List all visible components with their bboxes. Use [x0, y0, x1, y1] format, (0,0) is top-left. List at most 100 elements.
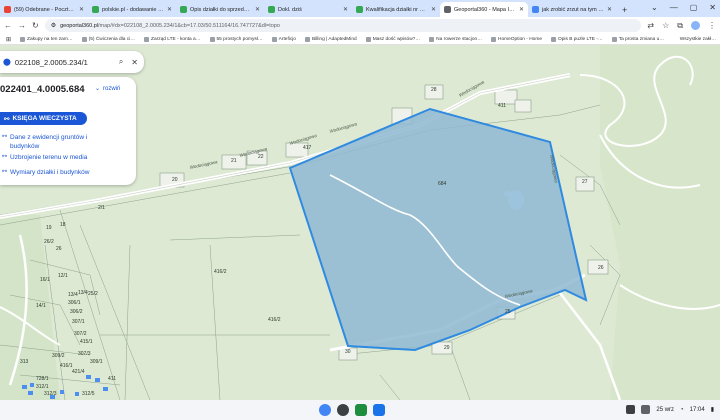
parcel-number-label: 307/2 [74, 331, 87, 337]
address-bar[interactable]: ⚙ geoportal360.pl/map/#dx=022108_2.0005.… [44, 19, 642, 32]
minimize-icon[interactable]: — [670, 3, 678, 12]
bookmark-favicon-icon [491, 36, 496, 42]
close-icon[interactable]: ✕ [131, 58, 138, 67]
bookmark-item[interactable]: 55 prostych pomysł… [209, 36, 263, 42]
new-tab-button[interactable]: + [616, 5, 633, 17]
close-tab-icon[interactable]: ✕ [255, 6, 260, 13]
parcel-number-label: 21 [231, 158, 237, 164]
menu-icon[interactable]: ⋮ [708, 21, 716, 31]
profile-icon[interactable] [691, 20, 700, 30]
bookmark-favicon-icon [144, 36, 150, 42]
bookmark-item[interactable]: Opis B puzle LTE -… [551, 36, 603, 42]
browser-tab[interactable]: Kwalifikacja działki nr 234/…✕ [352, 2, 440, 17]
bookmark-item[interactable]: Zarząd LTE - konta a… [144, 36, 201, 42]
all-bookmarks[interactable]: Wszystkie zakł… [680, 37, 716, 42]
bookmark-item[interactable]: Arteficjo [271, 36, 296, 42]
url-domain: geoportal360.pl [60, 22, 99, 29]
time[interactable]: 17:04 [690, 407, 705, 413]
bookmark-label: Ta prosta zmiana u… [618, 36, 665, 42]
parcel-number-label: 307/3 [78, 351, 91, 357]
date: 25 wrz [656, 406, 675, 413]
site-info-icon[interactable]: ⚙ [51, 22, 56, 29]
browser-tab[interactable]: Opis działki do sprzedaży ✕ [176, 2, 264, 17]
parcel-number-label: 312/5 [82, 391, 95, 397]
maximize-icon[interactable]: ▢ [690, 3, 698, 12]
close-window-icon[interactable]: ✕ [709, 3, 716, 12]
url-path: /map/#dx=022108_2.0005.234/1&cb=17.03/50… [98, 22, 280, 29]
taskbar-app-icon[interactable] [337, 404, 349, 416]
bookmark-item[interactable]: HomeOption - Home [491, 36, 542, 42]
screen-capture-icon[interactable] [626, 405, 636, 414]
bookmark-item[interactable]: Masz dość wpisów?… [365, 36, 420, 42]
close-tab-icon[interactable]: ✕ [79, 6, 84, 13]
apps-icon[interactable]: ⊞ [6, 36, 11, 43]
tab-title: polskie.pl - dodawanie ogł… [102, 6, 164, 13]
bookmark-favicon-icon [271, 36, 277, 42]
parcel-number-label: 421/4 [72, 369, 85, 375]
bookmark-star-icon[interactable]: ☆ [662, 21, 669, 31]
bookmark-item[interactable]: Billing | AdaptedMind [304, 36, 357, 42]
bookmark-item[interactable]: (5) Ćwiczenia dla ci… [81, 36, 136, 42]
browser-tab[interactable]: (59) Odebrane - Poczta - … ✕ [0, 2, 88, 17]
parcel-number-label: 416/2 [214, 269, 227, 275]
dimensions-link[interactable]: ⚯ Wymiary działki i budynków [2, 168, 89, 177]
utilities-link[interactable]: ⚯ Uzbrojenie terenu w media [2, 153, 87, 162]
bookmarks-bar: ⊞ Zakupy na ten zam… (5) Ćwiczenia dla ci… [0, 34, 720, 45]
parcel-number-label: 416/2 [268, 317, 281, 323]
parcel-number-label: 411 [498, 103, 506, 109]
search-query[interactable]: 022108_2.0005.234/1 [15, 58, 111, 67]
browser-tab[interactable]: Geoportal360 - Mapa Interak…✕ [440, 2, 528, 17]
bookmark-favicon-icon [209, 36, 215, 42]
system-tray: 25 wrz ◔ 17:04 ▮ [626, 405, 714, 414]
parcel-number-label: 25 [505, 309, 511, 315]
search-icon[interactable]: ⌕ [119, 57, 123, 67]
bookmark-favicon-icon [611, 36, 617, 42]
taskbar-app-icon[interactable] [319, 404, 331, 416]
taskbar-app-icon[interactable] [355, 404, 367, 416]
parcel-number-label: 411 [108, 376, 116, 382]
browser-tab[interactable]: jak zrobić zrzut na tym komp…✕ [528, 2, 616, 17]
tab-strip: (59) Odebrane - Poczta - … ✕ polskie.pl - … [0, 0, 720, 17]
notification-icon[interactable] [641, 405, 651, 414]
parcel-number-label: 416/1 [60, 363, 73, 369]
reload-icon[interactable]: ↻ [32, 21, 39, 30]
parcel-search[interactable]: ⬤ 022108_2.0005.234/1 ⌕ ✕ [0, 51, 144, 73]
land-register-button[interactable]: ⚯ KSIĘGA WIECZYSTA [0, 112, 87, 125]
tab-title: Kwalifikacja działki nr 234/… [366, 6, 428, 13]
parcel-number-label: 22 [258, 154, 264, 160]
bookmark-item[interactable]: Ta prosta zmiana u… [611, 36, 665, 42]
parcel-number-label: 309/2 [52, 353, 65, 359]
parcel-number-label: 30 [345, 349, 351, 355]
parcel-number-label: 415/1 [80, 339, 93, 345]
bookmark-item[interactable]: Zakupy na ten zam… [20, 36, 73, 42]
parcel-number-label: 728/1 [36, 376, 49, 382]
close-tab-icon[interactable]: ✕ [519, 6, 524, 13]
favicon-icon [268, 6, 275, 13]
parcel-number-label: 307/1 [72, 319, 85, 325]
land-records-link[interactable]: ⚯ Dane z ewidencji gruntów i budynków [2, 133, 112, 151]
favicon-icon [92, 6, 99, 13]
bookmark-label: Opis B puzle LTE -… [558, 36, 603, 42]
back-icon[interactable]: ← [4, 21, 12, 30]
forward-icon[interactable]: → [18, 21, 26, 30]
bookmark-label: Billing | AdaptedMind [311, 36, 357, 42]
parcel-number-label: 13/4 [78, 290, 88, 296]
browser-tab[interactable]: polskie.pl - dodawanie ogł… ✕ [88, 2, 176, 17]
bookmark-label: Zakupy na ten zam… [27, 36, 73, 42]
translate-icon[interactable]: ⇄ [647, 21, 654, 31]
bookmark-label: Na rowerze stacjon… [436, 36, 482, 42]
bookmark-label: Zarząd LTE - konta a… [151, 36, 201, 42]
close-tab-icon[interactable]: ✕ [607, 6, 612, 13]
bookmark-favicon-icon [20, 36, 26, 42]
bookmark-label: (5) Ćwiczenia dla ci… [88, 36, 136, 42]
bookmark-item[interactable]: Na rowerze stacjon… [429, 36, 482, 42]
extensions-icon[interactable]: ⧉ [677, 21, 683, 31]
tab-search-icon[interactable]: ⌄ [651, 3, 658, 12]
browser-tab[interactable]: Dokl. dziś ✕ [264, 2, 352, 17]
expand-button[interactable]: ⌄ rozwiń [95, 85, 120, 93]
close-tab-icon[interactable]: ✕ [343, 6, 348, 13]
taskbar-app-icon[interactable] [373, 404, 385, 416]
close-tab-icon[interactable]: ✕ [167, 6, 172, 13]
close-tab-icon[interactable]: ✕ [431, 6, 436, 13]
link-icon: ⚯ [2, 169, 8, 175]
